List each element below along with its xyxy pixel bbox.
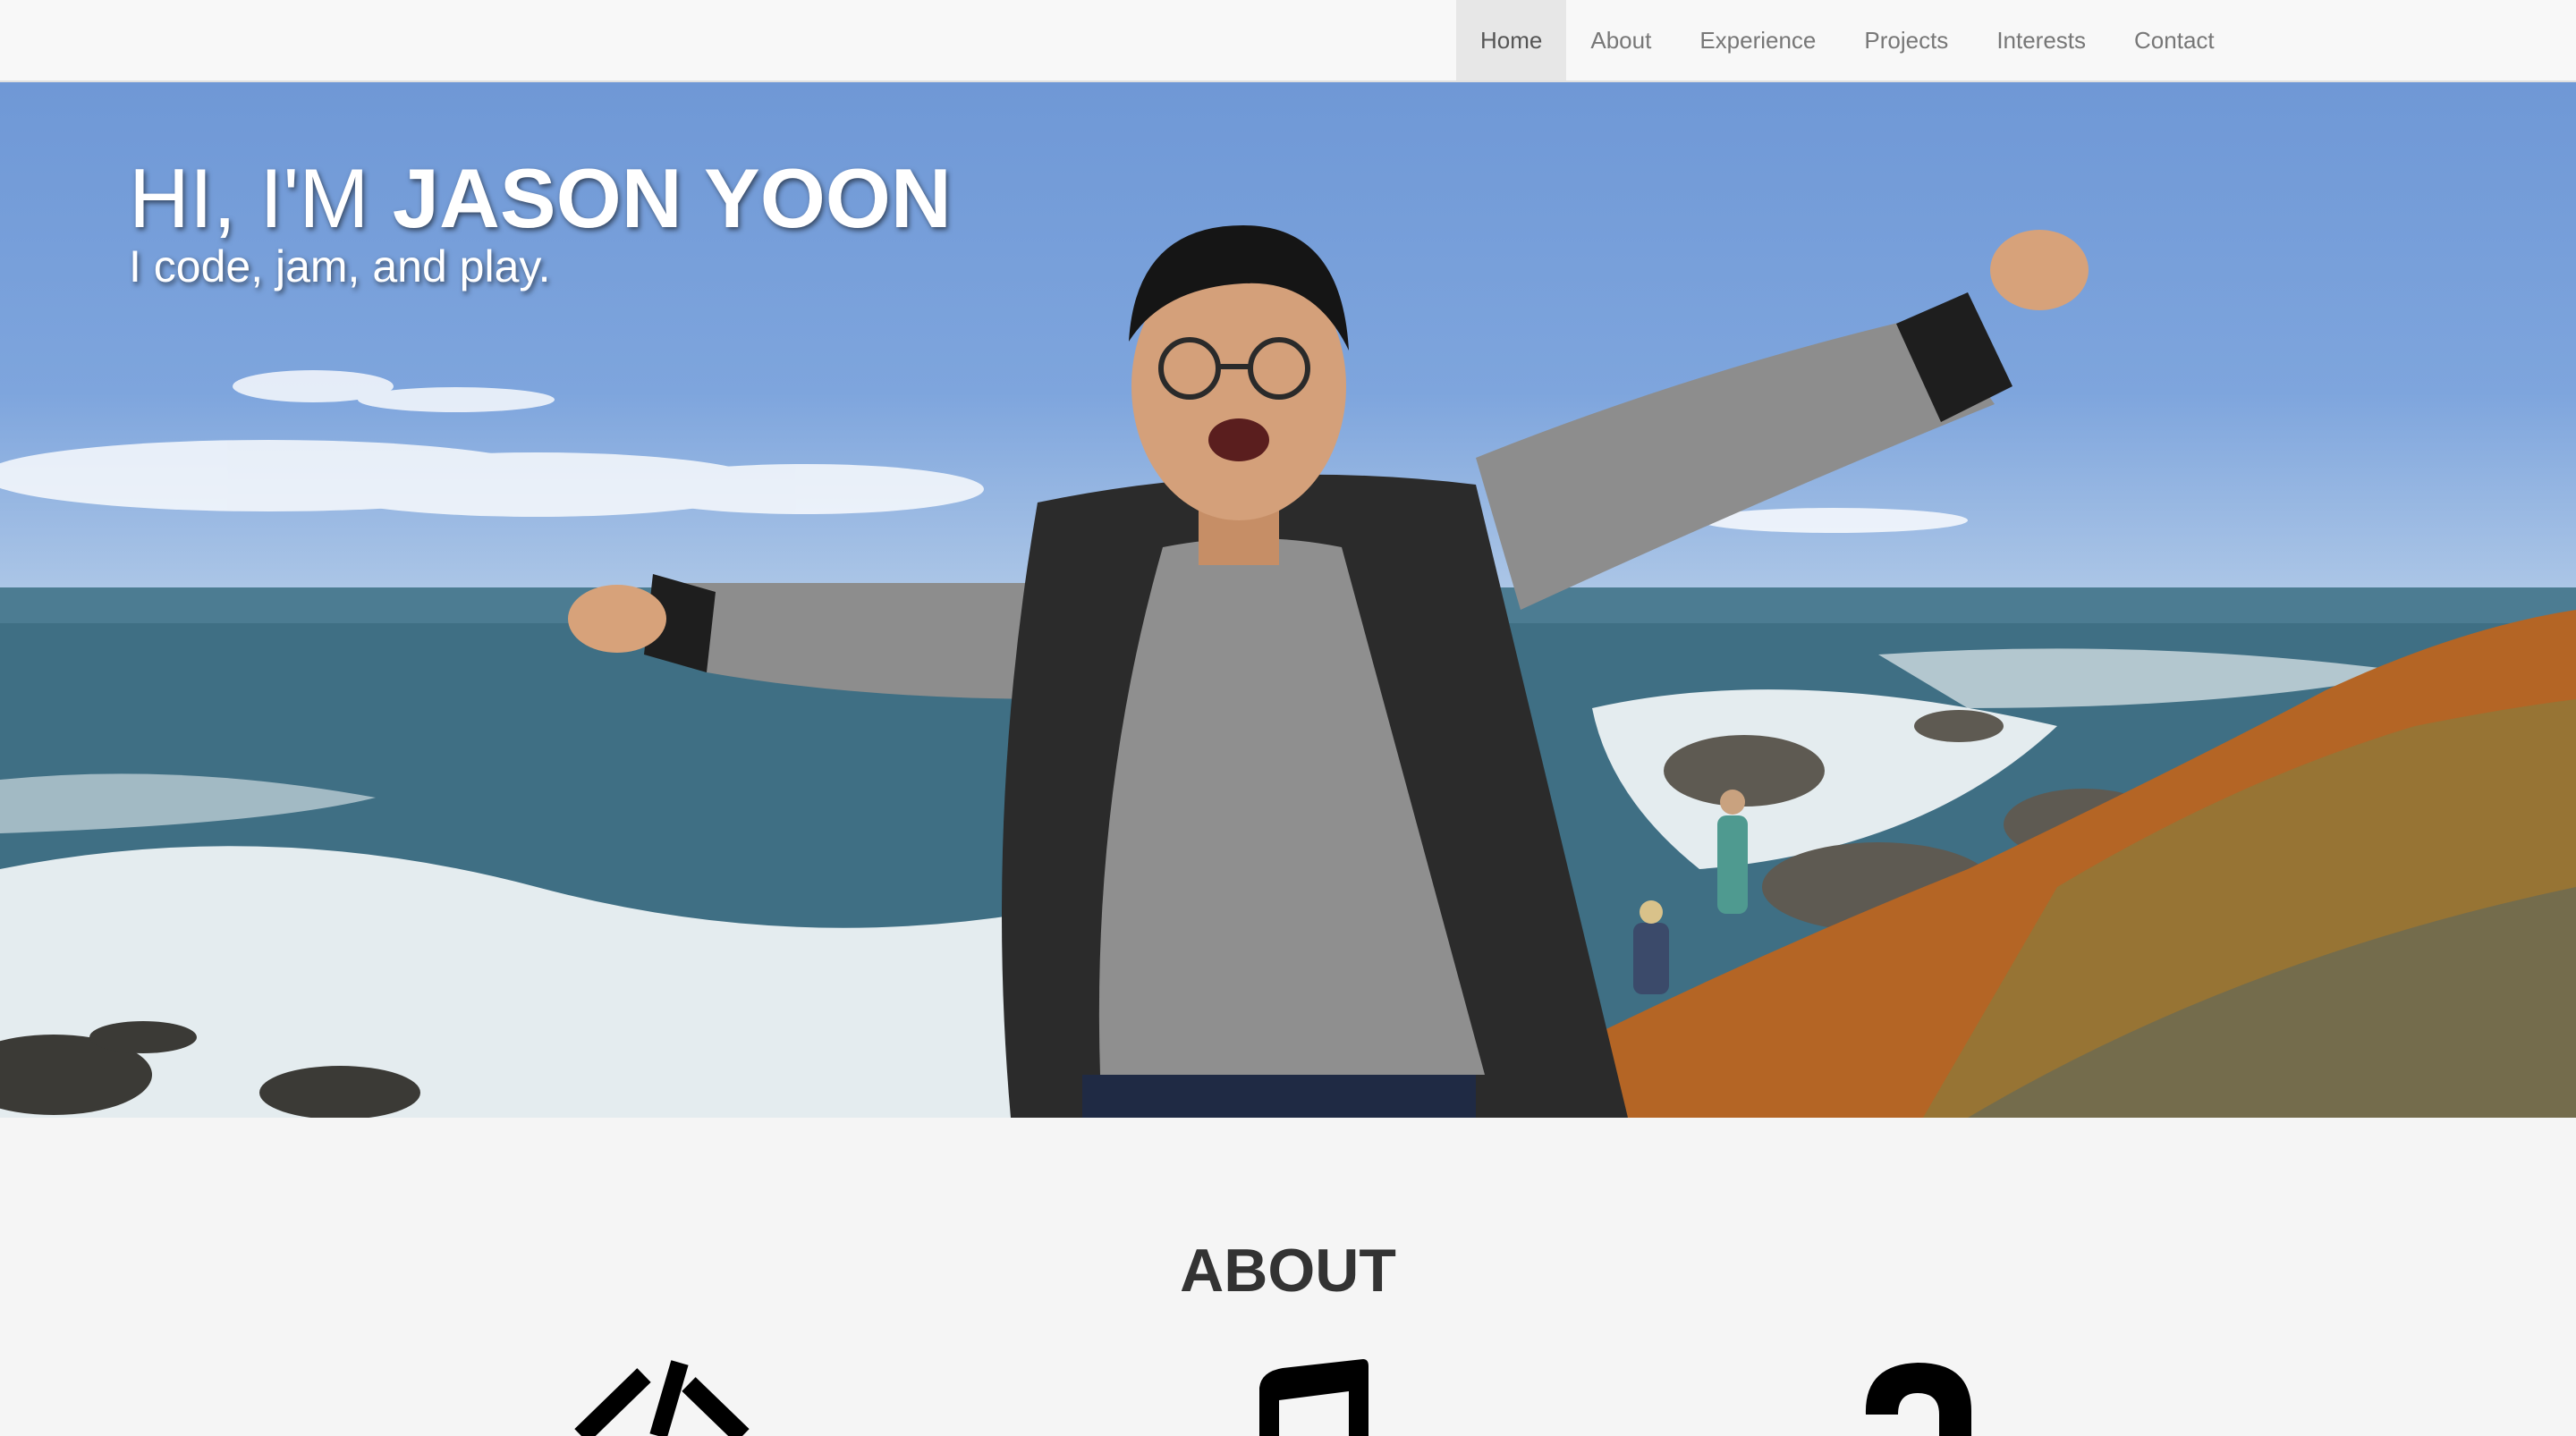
hero-title-name: JASON YOON bbox=[392, 151, 952, 245]
hero-title: HI, I'M JASON YOON bbox=[129, 152, 952, 245]
nav-menu: Home About Experience Projects Interests… bbox=[1456, 0, 2239, 80]
about-heading: ABOUT bbox=[1180, 1237, 1396, 1305]
nav-contact[interactable]: Contact bbox=[2110, 0, 2239, 80]
music-note-icon bbox=[1259, 1359, 1368, 1436]
about-section: ABOUT bbox=[0, 1118, 2576, 1436]
nav-home[interactable]: Home bbox=[1456, 0, 1567, 80]
navbar: Home About Experience Projects Interests… bbox=[0, 0, 2576, 82]
hero-section: HI, I'M JASON YOON I code, jam, and play… bbox=[0, 82, 2576, 1118]
question-mark-icon bbox=[1865, 1363, 1971, 1436]
hero-title-prefix: HI, I'M bbox=[129, 151, 393, 245]
nav-experience[interactable]: Experience bbox=[1675, 0, 1840, 80]
nav-interests[interactable]: Interests bbox=[1972, 0, 2110, 80]
hero-subtitle: I code, jam, and play. bbox=[129, 241, 551, 291]
nav-projects[interactable]: Projects bbox=[1840, 0, 1972, 80]
code-icon bbox=[574, 1360, 750, 1436]
nav-about[interactable]: About bbox=[1566, 0, 1675, 80]
